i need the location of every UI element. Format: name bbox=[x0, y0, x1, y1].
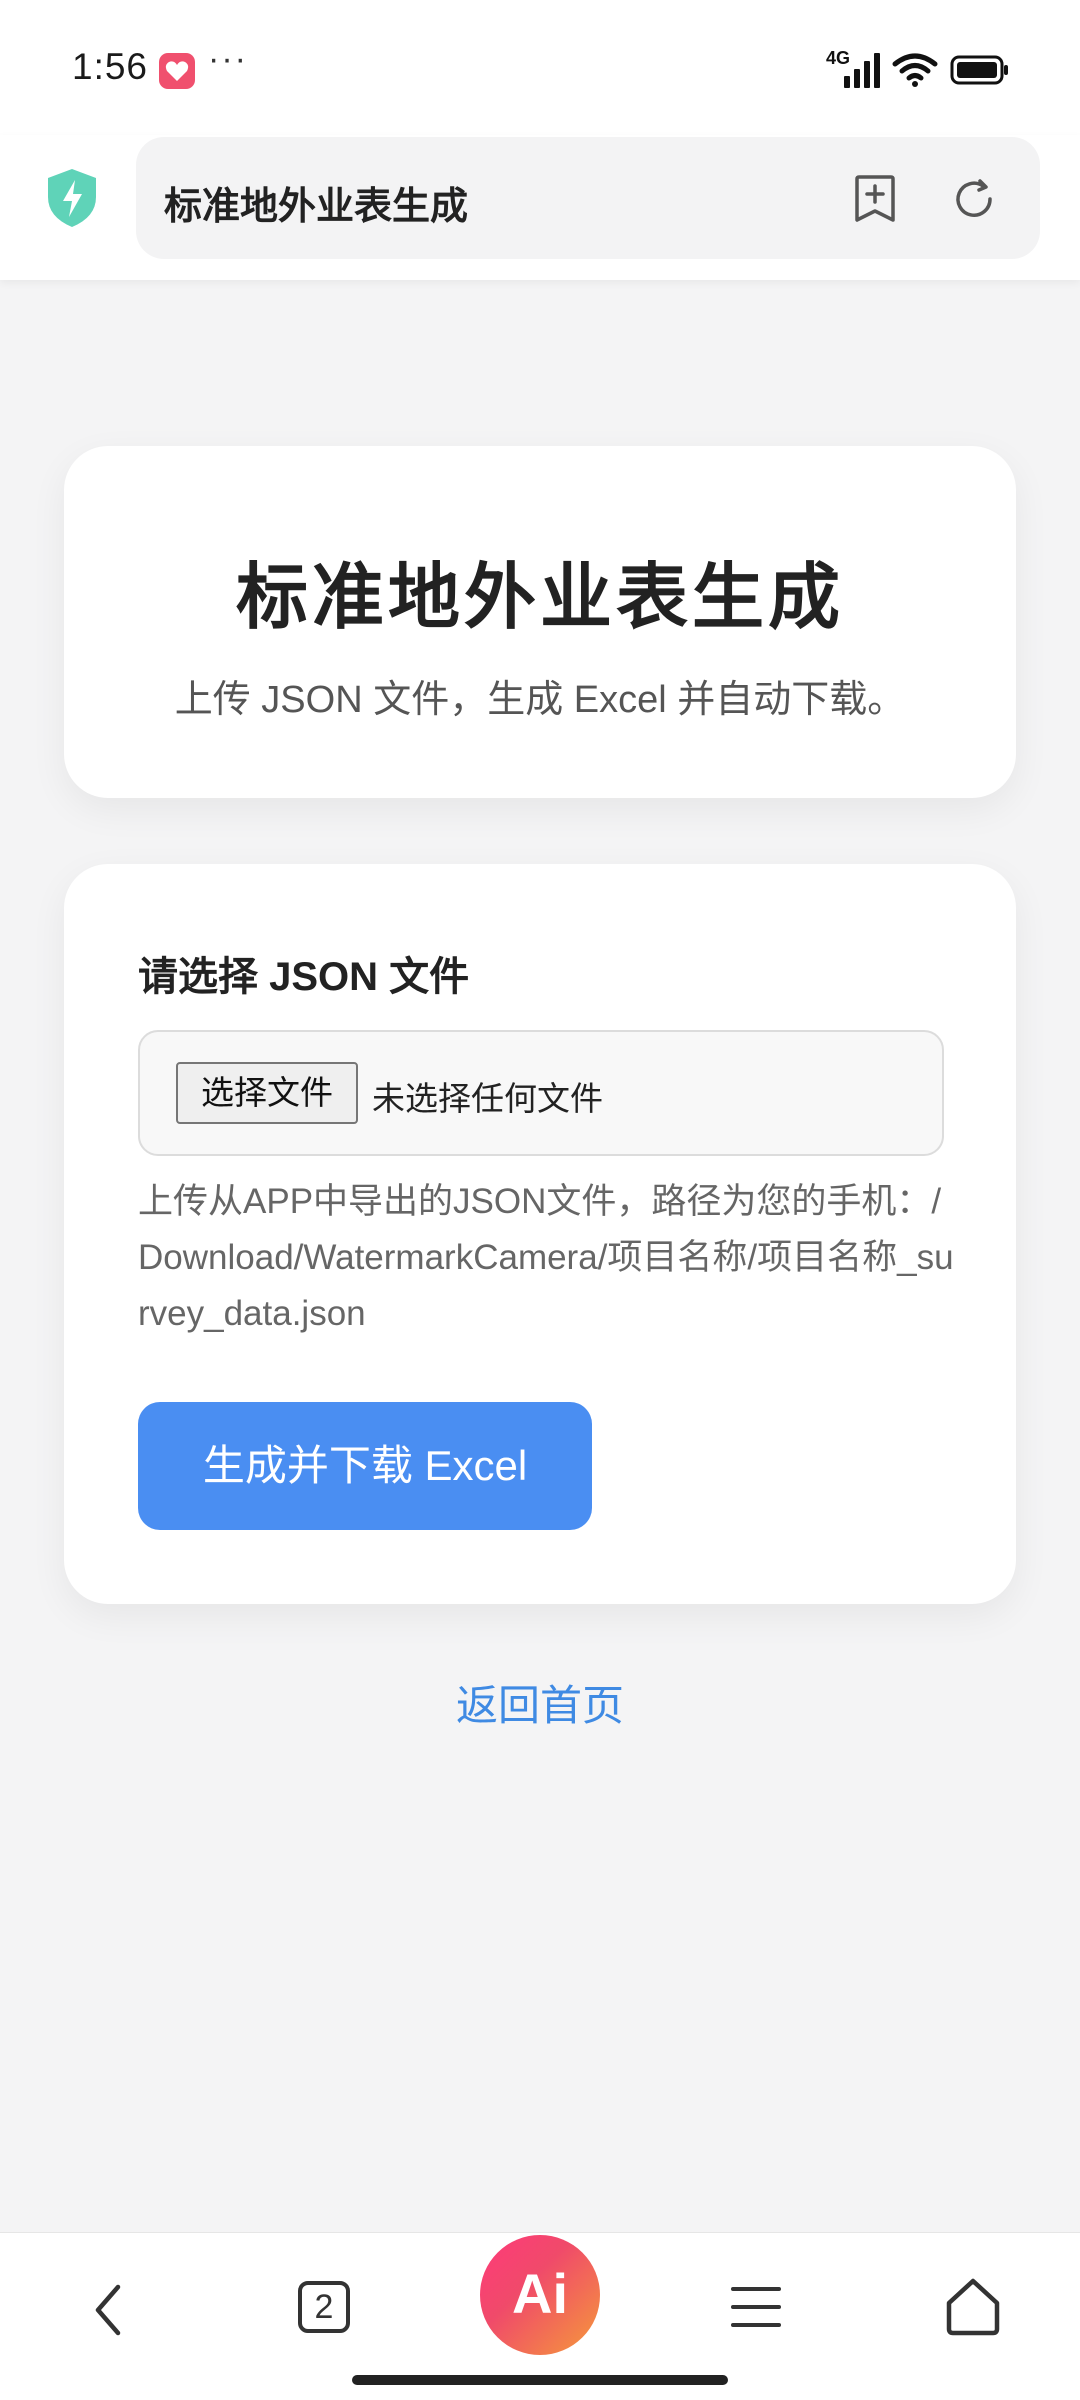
status-more-icon: ··· bbox=[208, 40, 248, 78]
ai-assistant-button[interactable]: Ai bbox=[480, 2235, 600, 2355]
header-card: 标准地外业表生成 上传 JSON 文件，生成 Excel 并自动下载。 bbox=[64, 446, 1016, 798]
generate-download-button[interactable]: 生成并下载 Excel bbox=[138, 1402, 592, 1530]
page-subtitle: 上传 JSON 文件，生成 Excel 并自动下载。 bbox=[174, 679, 906, 721]
app-notification-icon bbox=[159, 53, 195, 89]
add-bookmark-icon[interactable] bbox=[852, 175, 898, 223]
back-arrow-icon[interactable] bbox=[84, 2277, 134, 2343]
file-status-text: 未选择任何文件 bbox=[372, 1079, 603, 1118]
file-input-label: 请选择 JSON 文件 bbox=[138, 955, 470, 999]
status-time: 1:56 bbox=[72, 46, 149, 87]
status-bar: 1:56 ··· 4G bbox=[0, 0, 1080, 135]
browser-bottom-nav: 2 Ai bbox=[0, 2232, 1080, 2400]
address-text: 标准地外业表生成 bbox=[164, 186, 469, 228]
screen: 1:56 ··· 4G 标准地外业表生成 标准地外业表生成 上传 JSON 文件… bbox=[0, 0, 1080, 2400]
menu-icon[interactable] bbox=[730, 2283, 782, 2331]
home-icon[interactable] bbox=[944, 2277, 1002, 2337]
file-input[interactable]: 选择文件 未选择任何文件 bbox=[138, 1030, 944, 1156]
gesture-home-indicator[interactable] bbox=[352, 2375, 728, 2385]
cellular-signal-icon bbox=[844, 53, 880, 88]
refresh-icon[interactable] bbox=[952, 177, 996, 221]
page-title: 标准地外业表生成 bbox=[235, 558, 844, 638]
upload-form-card: 请选择 JSON 文件 选择文件 未选择任何文件 上传从APP中导出的JSON文… bbox=[64, 864, 1016, 1604]
back-home-link[interactable]: 返回首页 bbox=[0, 1672, 1080, 1733]
browser-toolbar: 标准地外业表生成 bbox=[0, 135, 1080, 280]
battery-icon bbox=[950, 55, 1008, 85]
file-path-hint: 上传从APP中导出的JSON文件，路径为您的手机：/Download/Water… bbox=[138, 1182, 954, 1333]
wifi-icon bbox=[892, 53, 938, 87]
address-bar[interactable]: 标准地外业表生成 bbox=[136, 137, 1040, 259]
choose-file-button[interactable]: 选择文件 bbox=[176, 1062, 358, 1124]
tabs-button[interactable]: 2 bbox=[298, 2281, 350, 2333]
security-shield-icon[interactable] bbox=[44, 167, 100, 229]
